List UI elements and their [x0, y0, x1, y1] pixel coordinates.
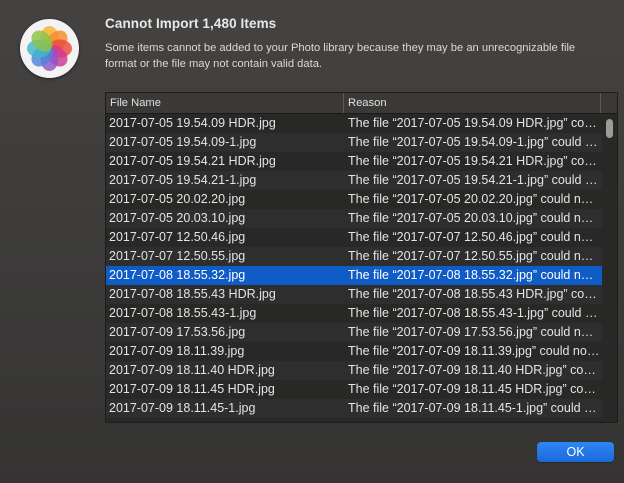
reason-cell: The file “2017-07-09 18.11.45 HDR.jpg” c…	[348, 382, 600, 396]
reason-cell: The file “2017-07-05 19.54.09-1.jpg” cou…	[348, 135, 600, 149]
reason-cell: The file “2017-07-05 20.03.10.jpg” could…	[348, 211, 600, 225]
vertical-scrollbar[interactable]	[605, 116, 615, 420]
table-row[interactable]: 2017-07-07 12.50.46.jpg The file “2017-07…	[106, 228, 602, 247]
ok-button[interactable]: OK	[537, 442, 614, 462]
table-row[interactable]: 2017-07-07 12.50.55.jpg The file “2017-07…	[106, 247, 602, 266]
reason-cell: The file “2017-07-09 17.53.56.jpg” could…	[348, 325, 600, 339]
file-name-cell: 2017-07-05 20.03.10.jpg	[109, 211, 246, 225]
table-row[interactable]: 2017-07-08 18.55.32.jpg The file “2017-07…	[106, 266, 602, 285]
file-name-cell: 2017-07-08 18.55.43 HDR.jpg	[109, 287, 276, 301]
file-name-cell: 2017-07-07 12.50.55.jpg	[109, 249, 246, 263]
table-body: 2017-07-05 19.54.09 HDR.jpg The file “201…	[106, 114, 602, 418]
table-header: File Name Reason	[106, 93, 617, 114]
file-name-cell: 2017-07-09 18.11.40 HDR.jpg	[109, 363, 275, 377]
file-name-cell: 2017-07-09 17.53.56.jpg	[109, 325, 246, 339]
file-name-cell: 2017-07-08 18.55.32.jpg	[109, 268, 246, 282]
table-row[interactable]: 2017-07-05 20.02.20.jpg The file “2017-07…	[106, 190, 602, 209]
reason-cell: The file “2017-07-08 18.55.32.jpg” could…	[348, 268, 600, 282]
photos-flower-icon	[27, 26, 72, 71]
reason-cell: The file “2017-07-05 19.54.09 HDR.jpg” c…	[348, 116, 600, 130]
file-name-cell: 2017-07-05 19.54.21-1.jpg	[109, 173, 257, 187]
column-header-reason[interactable]: Reason	[344, 93, 601, 113]
table-row[interactable]: 2017-07-05 19.54.09 HDR.jpg The file “201…	[106, 114, 602, 133]
table-row[interactable]: 2017-07-05 20.03.10.jpg The file “2017-07…	[106, 209, 602, 228]
file-name-cell: 2017-07-08 18.55.43-1.jpg	[109, 306, 257, 320]
import-error-dialog: Cannot Import 1,480 Items Some items can…	[0, 0, 624, 483]
reason-cell: The file “2017-07-09 18.11.45-1.jpg” cou…	[348, 401, 600, 415]
reason-cell: The file “2017-07-05 20.02.20.jpg” could…	[348, 192, 600, 206]
reason-cell: The file “2017-07-07 12.50.55.jpg” could…	[348, 249, 600, 263]
file-name-cell: 2017-07-07 12.50.46.jpg	[109, 230, 246, 244]
file-name-cell: 2017-07-05 19.54.09 HDR.jpg	[109, 116, 276, 130]
column-header-file-name[interactable]: File Name	[106, 93, 344, 113]
scrollbar-thumb[interactable]	[606, 119, 613, 138]
table-row[interactable]: 2017-07-05 19.54.09-1.jpg The file “2017-…	[106, 133, 602, 152]
table-row[interactable]: 2017-07-05 19.54.21 HDR.jpg The file “201…	[106, 152, 602, 171]
reason-cell: The file “2017-07-05 19.54.21-1.jpg” cou…	[348, 173, 600, 187]
error-table[interactable]: File Name Reason 2017-07-05 19.54.09 HDR…	[105, 92, 618, 423]
file-name-cell: 2017-07-05 19.54.09-1.jpg	[109, 135, 257, 149]
photos-app-icon	[20, 19, 79, 78]
table-row[interactable]: 2017-07-05 19.54.21-1.jpg The file “2017-…	[106, 171, 602, 190]
table-row[interactable]: 2017-07-09 17.53.56.jpg The file “2017-07…	[106, 323, 602, 342]
dialog-message: Some items cannot be added to your Photo…	[105, 42, 576, 70]
table-row[interactable]: 2017-07-09 18.11.39.jpg The file “2017-07…	[106, 342, 602, 361]
dialog-title: Cannot Import 1,480 Items	[105, 16, 277, 31]
reason-cell: The file “2017-07-07 12.50.46.jpg” could…	[348, 230, 600, 244]
file-name-cell: 2017-07-09 18.11.45-1.jpg	[109, 401, 256, 415]
table-row[interactable]: 2017-07-08 18.55.43 HDR.jpg The file “201…	[106, 285, 602, 304]
table-row[interactable]: 2017-07-09 18.11.45 HDR.jpg The file “201…	[106, 380, 602, 399]
file-name-cell: 2017-07-05 20.02.20.jpg	[109, 192, 246, 206]
file-name-cell: 2017-07-05 19.54.21 HDR.jpg	[109, 154, 276, 168]
table-row[interactable]: 2017-07-08 18.55.43-1.jpg The file “2017-…	[106, 304, 602, 323]
file-name-cell: 2017-07-09 18.11.39.jpg	[109, 344, 245, 358]
table-row[interactable]: 2017-07-09 18.11.45-1.jpg The file “2017-…	[106, 399, 602, 418]
reason-cell: The file “2017-07-09 18.11.40 HDR.jpg” c…	[348, 363, 600, 377]
table-row[interactable]: 2017-07-09 18.11.40 HDR.jpg The file “201…	[106, 361, 602, 380]
file-name-cell: 2017-07-09 18.11.45 HDR.jpg	[109, 382, 275, 396]
reason-cell: The file “2017-07-09 18.11.39.jpg” could…	[348, 344, 600, 358]
reason-cell: The file “2017-07-08 18.55.43 HDR.jpg” c…	[348, 287, 600, 301]
reason-cell: The file “2017-07-05 19.54.21 HDR.jpg” c…	[348, 154, 600, 168]
reason-cell: The file “2017-07-08 18.55.43-1.jpg” cou…	[348, 306, 600, 320]
